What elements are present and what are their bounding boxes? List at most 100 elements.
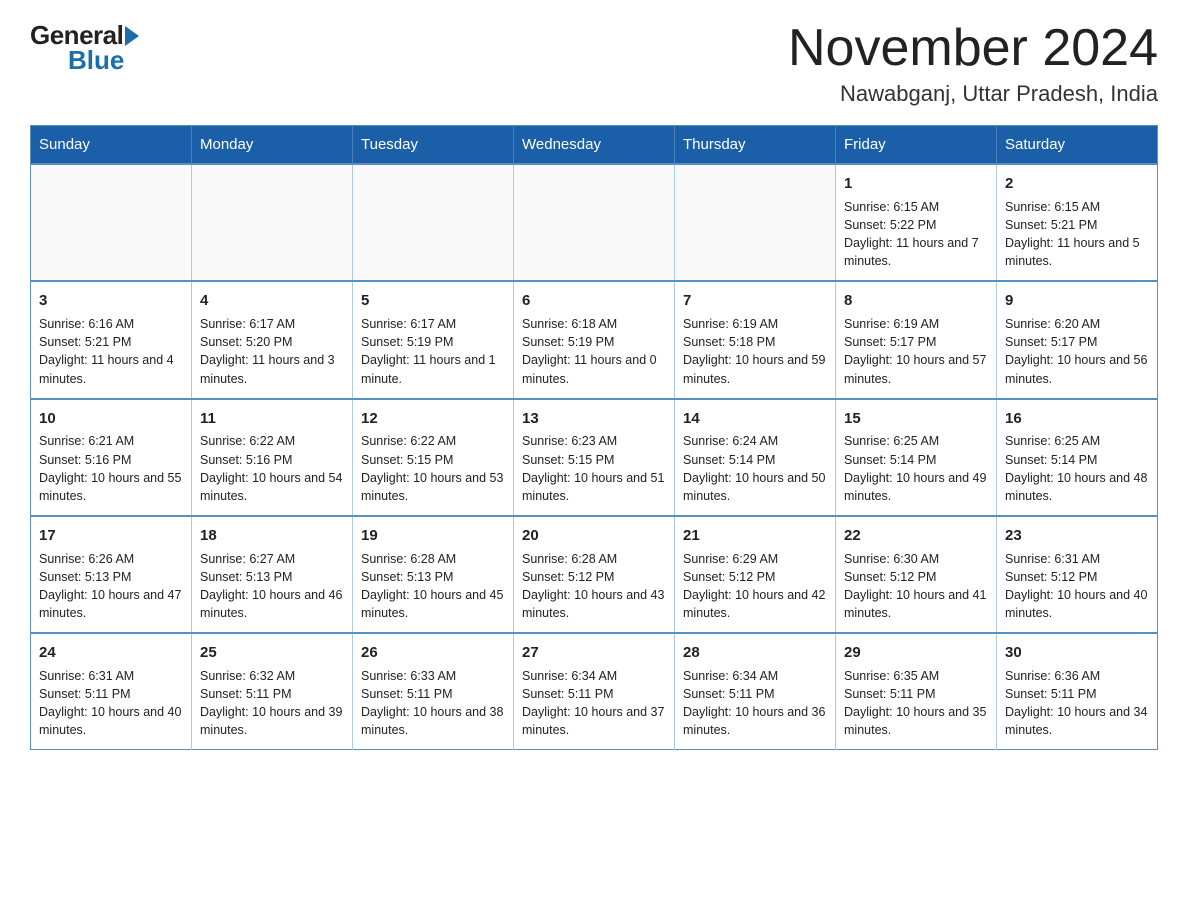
day-info: Sunrise: 6:34 AMSunset: 5:11 PMDaylight:… bbox=[683, 667, 827, 740]
weekday-header-sunday: Sunday bbox=[31, 126, 192, 165]
day-info: Sunrise: 6:20 AMSunset: 5:17 PMDaylight:… bbox=[1005, 315, 1149, 388]
calendar-cell: 15Sunrise: 6:25 AMSunset: 5:14 PMDayligh… bbox=[836, 399, 997, 516]
day-info: Sunrise: 6:27 AMSunset: 5:13 PMDaylight:… bbox=[200, 550, 344, 623]
day-info: Sunrise: 6:17 AMSunset: 5:19 PMDaylight:… bbox=[361, 315, 505, 388]
calendar-cell: 20 Sunrise: 6:28 AMSunset: 5:12 PMDayligh… bbox=[514, 516, 675, 633]
day-number: 7 bbox=[683, 290, 827, 312]
weekday-header-saturday: Saturday bbox=[997, 126, 1158, 165]
calendar-cell: 6 Sunrise: 6:18 AMSunset: 5:19 PMDaylight… bbox=[514, 281, 675, 398]
calendar-cell: 3 Sunrise: 6:16 AMSunset: 5:21 PMDaylight… bbox=[31, 281, 192, 398]
day-number: 23 bbox=[1005, 525, 1149, 547]
day-info: Sunrise: 6:28 AMSunset: 5:12 PMDaylight:… bbox=[522, 550, 666, 623]
day-number: 22 bbox=[844, 525, 988, 547]
day-number: 11 bbox=[200, 408, 344, 430]
day-info: Sunrise: 6:15 AMSunset: 5:22 PMDaylight:… bbox=[844, 198, 988, 271]
day-info: Sunrise: 6:23 AMSunset: 5:15 PMDaylight:… bbox=[522, 432, 666, 505]
day-number: 16 bbox=[1005, 408, 1149, 430]
calendar-title: November 2024 bbox=[788, 20, 1158, 77]
calendar-cell: 11Sunrise: 6:22 AMSunset: 5:16 PMDayligh… bbox=[192, 399, 353, 516]
day-info: Sunrise: 6:25 AMSunset: 5:14 PMDaylight:… bbox=[1005, 432, 1149, 505]
day-number: 18 bbox=[200, 525, 344, 547]
calendar-week-row: 24Sunrise: 6:31 AMSunset: 5:11 PMDayligh… bbox=[31, 633, 1158, 750]
calendar-cell: 7Sunrise: 6:19 AMSunset: 5:18 PMDaylight… bbox=[675, 281, 836, 398]
day-number: 13 bbox=[522, 408, 666, 430]
calendar-cell bbox=[31, 164, 192, 281]
day-info: Sunrise: 6:31 AMSunset: 5:12 PMDaylight:… bbox=[1005, 550, 1149, 623]
calendar-table: SundayMondayTuesdayWednesdayThursdayFrid… bbox=[30, 125, 1158, 750]
calendar-cell: 28Sunrise: 6:34 AMSunset: 5:11 PMDayligh… bbox=[675, 633, 836, 750]
calendar-cell: 10Sunrise: 6:21 AMSunset: 5:16 PMDayligh… bbox=[31, 399, 192, 516]
day-info: Sunrise: 6:35 AMSunset: 5:11 PMDaylight:… bbox=[844, 667, 988, 740]
calendar-cell: 21 Sunrise: 6:29 AMSunset: 5:12 PMDayligh… bbox=[675, 516, 836, 633]
day-info: Sunrise: 6:24 AMSunset: 5:14 PMDaylight:… bbox=[683, 432, 827, 505]
day-number: 10 bbox=[39, 408, 183, 430]
day-number: 5 bbox=[361, 290, 505, 312]
day-info: Sunrise: 6:15 AMSunset: 5:21 PMDaylight:… bbox=[1005, 198, 1149, 271]
day-number: 20 bbox=[522, 525, 666, 547]
day-info: Sunrise: 6:21 AMSunset: 5:16 PMDaylight:… bbox=[39, 432, 183, 505]
calendar-body: 1 Sunrise: 6:15 AMSunset: 5:22 PMDaylight… bbox=[31, 164, 1158, 750]
calendar-cell: 27Sunrise: 6:34 AMSunset: 5:11 PMDayligh… bbox=[514, 633, 675, 750]
calendar-week-row: 17Sunrise: 6:26 AMSunset: 5:13 PMDayligh… bbox=[31, 516, 1158, 633]
day-number: 26 bbox=[361, 642, 505, 664]
calendar-subtitle: Nawabganj, Uttar Pradesh, India bbox=[788, 81, 1158, 107]
logo-arrow-icon bbox=[125, 26, 139, 46]
calendar-cell: 14Sunrise: 6:24 AMSunset: 5:14 PMDayligh… bbox=[675, 399, 836, 516]
day-number: 25 bbox=[200, 642, 344, 664]
calendar-cell: 8 Sunrise: 6:19 AMSunset: 5:17 PMDaylight… bbox=[836, 281, 997, 398]
day-number: 29 bbox=[844, 642, 988, 664]
title-block: November 2024 Nawabganj, Uttar Pradesh, … bbox=[788, 20, 1158, 107]
day-info: Sunrise: 6:29 AMSunset: 5:12 PMDaylight:… bbox=[683, 550, 827, 623]
day-number: 21 bbox=[683, 525, 827, 547]
day-number: 14 bbox=[683, 408, 827, 430]
day-info: Sunrise: 6:17 AMSunset: 5:20 PMDaylight:… bbox=[200, 315, 344, 388]
day-info: Sunrise: 6:33 AMSunset: 5:11 PMDaylight:… bbox=[361, 667, 505, 740]
day-number: 8 bbox=[844, 290, 988, 312]
day-number: 19 bbox=[361, 525, 505, 547]
logo-blue: Blue bbox=[68, 45, 124, 76]
day-info: Sunrise: 6:16 AMSunset: 5:21 PMDaylight:… bbox=[39, 315, 183, 388]
day-number: 30 bbox=[1005, 642, 1149, 664]
calendar-header: SundayMondayTuesdayWednesdayThursdayFrid… bbox=[31, 126, 1158, 165]
day-info: Sunrise: 6:28 AMSunset: 5:13 PMDaylight:… bbox=[361, 550, 505, 623]
day-info: Sunrise: 6:18 AMSunset: 5:19 PMDaylight:… bbox=[522, 315, 666, 388]
calendar-cell: 17Sunrise: 6:26 AMSunset: 5:13 PMDayligh… bbox=[31, 516, 192, 633]
calendar-cell: 12Sunrise: 6:22 AMSunset: 5:15 PMDayligh… bbox=[353, 399, 514, 516]
day-info: Sunrise: 6:30 AMSunset: 5:12 PMDaylight:… bbox=[844, 550, 988, 623]
calendar-cell: 19 Sunrise: 6:28 AMSunset: 5:13 PMDayligh… bbox=[353, 516, 514, 633]
day-number: 15 bbox=[844, 408, 988, 430]
calendar-cell: 30 Sunrise: 6:36 AMSunset: 5:11 PMDayligh… bbox=[997, 633, 1158, 750]
day-info: Sunrise: 6:22 AMSunset: 5:16 PMDaylight:… bbox=[200, 432, 344, 505]
day-number: 27 bbox=[522, 642, 666, 664]
day-info: Sunrise: 6:26 AMSunset: 5:13 PMDaylight:… bbox=[39, 550, 183, 623]
calendar-cell: 1 Sunrise: 6:15 AMSunset: 5:22 PMDaylight… bbox=[836, 164, 997, 281]
weekday-header-friday: Friday bbox=[836, 126, 997, 165]
calendar-cell: 4 Sunrise: 6:17 AMSunset: 5:20 PMDaylight… bbox=[192, 281, 353, 398]
calendar-week-row: 1 Sunrise: 6:15 AMSunset: 5:22 PMDaylight… bbox=[31, 164, 1158, 281]
day-number: 3 bbox=[39, 290, 183, 312]
weekday-header-row: SundayMondayTuesdayWednesdayThursdayFrid… bbox=[31, 126, 1158, 165]
day-info: Sunrise: 6:25 AMSunset: 5:14 PMDaylight:… bbox=[844, 432, 988, 505]
calendar-cell: 5 Sunrise: 6:17 AMSunset: 5:19 PMDaylight… bbox=[353, 281, 514, 398]
calendar-week-row: 10Sunrise: 6:21 AMSunset: 5:16 PMDayligh… bbox=[31, 399, 1158, 516]
weekday-header-thursday: Thursday bbox=[675, 126, 836, 165]
day-number: 2 bbox=[1005, 173, 1149, 195]
day-number: 12 bbox=[361, 408, 505, 430]
page-header: General Blue November 2024 Nawabganj, Ut… bbox=[30, 20, 1158, 107]
day-info: Sunrise: 6:22 AMSunset: 5:15 PMDaylight:… bbox=[361, 432, 505, 505]
day-info: Sunrise: 6:19 AMSunset: 5:17 PMDaylight:… bbox=[844, 315, 988, 388]
day-number: 4 bbox=[200, 290, 344, 312]
day-number: 6 bbox=[522, 290, 666, 312]
day-number: 9 bbox=[1005, 290, 1149, 312]
day-info: Sunrise: 6:36 AMSunset: 5:11 PMDaylight:… bbox=[1005, 667, 1149, 740]
day-number: 1 bbox=[844, 173, 988, 195]
calendar-cell: 24Sunrise: 6:31 AMSunset: 5:11 PMDayligh… bbox=[31, 633, 192, 750]
calendar-cell bbox=[353, 164, 514, 281]
calendar-cell bbox=[675, 164, 836, 281]
weekday-header-wednesday: Wednesday bbox=[514, 126, 675, 165]
calendar-cell: 18 Sunrise: 6:27 AMSunset: 5:13 PMDayligh… bbox=[192, 516, 353, 633]
weekday-header-monday: Monday bbox=[192, 126, 353, 165]
calendar-cell: 9 Sunrise: 6:20 AMSunset: 5:17 PMDaylight… bbox=[997, 281, 1158, 398]
logo: General Blue bbox=[30, 20, 141, 76]
calendar-cell: 22 Sunrise: 6:30 AMSunset: 5:12 PMDayligh… bbox=[836, 516, 997, 633]
